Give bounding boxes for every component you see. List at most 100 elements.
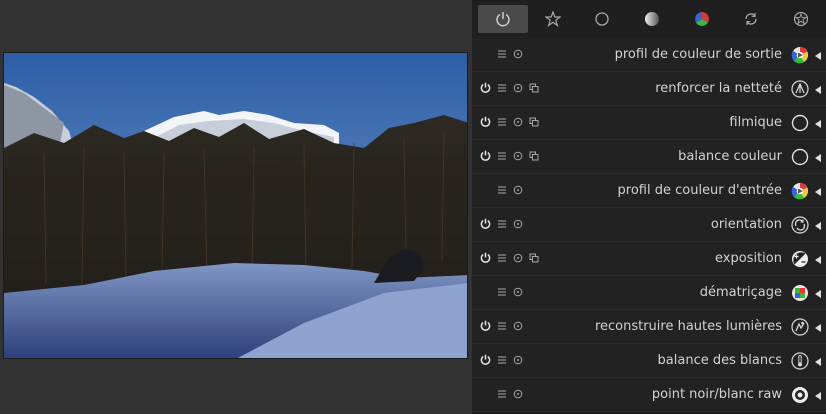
module-expand-button[interactable] [812,276,824,310]
tab-basic[interactable] [577,5,627,33]
module-power-button[interactable] [479,344,491,378]
module-group-tabs [472,0,826,38]
module-reset-button[interactable] [512,140,524,174]
circle-icon [594,11,610,27]
module-presets-button[interactable] [496,276,508,310]
tab-favorites[interactable] [528,5,578,33]
module-expand-button[interactable] [812,174,824,208]
module-presets-button[interactable] [496,140,508,174]
demosaic-icon [791,284,809,302]
thermometer-icon [791,352,809,370]
module-presets-button[interactable] [496,174,508,208]
module-expand-button[interactable] [812,106,824,140]
module-reset-button[interactable] [512,310,524,344]
module-multi-instance-button[interactable] [528,106,540,140]
photo-preview[interactable] [3,52,468,359]
triangle-left-icon [814,284,822,303]
module-power-button[interactable] [479,72,491,106]
tab-correct[interactable] [727,5,777,33]
module-expand-button[interactable] [812,208,824,242]
module-presets-button[interactable] [496,38,508,72]
module-row[interactable]: exposition [472,242,826,276]
module-expand-button[interactable] [812,38,824,72]
module-reset-button[interactable] [512,174,524,208]
module-reset-button[interactable] [512,344,524,378]
reset-icon [513,287,523,300]
tab-tone[interactable] [627,5,677,33]
triangle-left-icon [814,352,822,371]
circle-icon [791,148,809,166]
circle-icon [791,114,809,132]
triangle-left-icon [814,318,822,337]
module-presets-button[interactable] [496,208,508,242]
reset-icon [513,117,523,130]
triangle-left-icon [814,114,822,133]
triangle-left-icon [814,46,822,65]
module-row[interactable]: balance des blancs [472,344,826,378]
hamburger-icon [497,151,507,164]
power-icon [480,218,491,232]
reset-icon [513,49,523,62]
module-presets-button[interactable] [496,310,508,344]
module-row[interactable]: orientation [472,208,826,242]
module-row[interactable]: profil de couleur d'entrée [472,174,826,208]
module-multi-instance-button[interactable] [528,242,540,276]
module-presets-button[interactable] [496,344,508,378]
module-label: orientation [710,217,782,232]
module-expand-button[interactable] [812,140,824,174]
power-icon [480,82,491,96]
module-power-button[interactable] [479,106,491,140]
module-expand-button[interactable] [812,72,824,106]
module-label: filmique [729,115,782,130]
module-expand-button[interactable] [812,344,824,378]
tab-active-modules[interactable] [478,5,528,33]
module-power-button[interactable] [479,310,491,344]
module-reset-button[interactable] [512,242,524,276]
module-row[interactable]: balance couleur [472,140,826,174]
tab-color[interactable] [677,5,727,33]
module-label: profil de couleur d'entrée [617,183,782,198]
triangle-left-icon [814,80,822,99]
module-presets-button[interactable] [496,72,508,106]
exposure-icon [791,250,809,268]
module-power-button[interactable] [479,208,491,242]
modules-panel: profil de couleur de sortie renforcer la … [472,0,826,414]
module-presets-button[interactable] [496,242,508,276]
module-reset-button[interactable] [512,106,524,140]
module-expand-button[interactable] [812,242,824,276]
module-row[interactable]: point noir/blanc raw [472,378,826,412]
module-label: exposition [715,251,782,266]
module-multi-instance-button[interactable] [528,72,540,106]
module-row[interactable]: dématriçage [472,276,826,310]
module-reset-button[interactable] [512,72,524,106]
module-row[interactable]: renforcer la netteté [472,72,826,106]
highlights-icon [791,318,809,336]
module-multi-instance-button[interactable] [528,140,540,174]
darkroom-center-view [0,0,472,414]
tab-effects[interactable] [776,5,826,33]
module-expand-button[interactable] [812,378,824,412]
power-icon [480,354,491,368]
module-power-button[interactable] [479,140,491,174]
module-power-button[interactable] [479,242,491,276]
module-row[interactable]: profil de couleur de sortie [472,38,826,72]
hamburger-icon [497,49,507,62]
pentagon-star-icon [793,11,809,27]
module-row[interactable]: reconstruire hautes lumières [472,310,826,344]
triangle-left-icon [814,182,822,201]
power-icon [495,11,511,27]
sharpen-icon [791,80,809,98]
module-reset-button[interactable] [512,208,524,242]
module-reset-button[interactable] [512,378,524,412]
reset-icon [513,321,523,334]
module-reset-button[interactable] [512,38,524,72]
module-presets-button[interactable] [496,106,508,140]
cycle-arrows-icon [743,11,759,27]
module-expand-button[interactable] [812,310,824,344]
hamburger-icon [497,117,507,130]
hamburger-icon [497,185,507,198]
module-reset-button[interactable] [512,276,524,310]
module-row[interactable]: filmique [472,106,826,140]
module-presets-button[interactable] [496,378,508,412]
reset-icon [513,185,523,198]
